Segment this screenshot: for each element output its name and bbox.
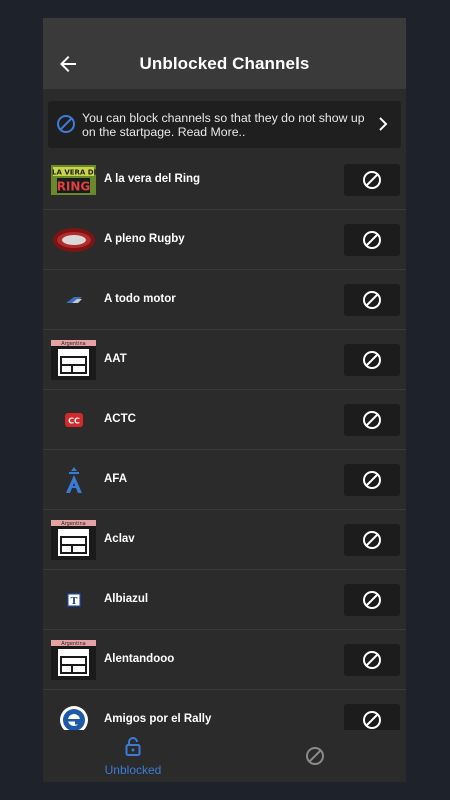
channel-row: A LA VERA DEL RING A la vera del Ring [43, 150, 406, 210]
block-info-banner[interactable]: You can block channels so that they do n… [48, 101, 401, 148]
block-icon [363, 471, 381, 489]
a-todo-motor-logo [51, 283, 96, 317]
block-icon [363, 411, 381, 429]
app-screen: Unblocked Channels You can block channel… [43, 18, 406, 782]
channel-row: Argentina Aclav [43, 510, 406, 570]
block-icon [363, 591, 381, 609]
block-channel-button[interactable] [344, 644, 400, 676]
channel-row: CC ACTC [43, 390, 406, 450]
svg-text:Argentina: Argentina [61, 641, 85, 647]
block-icon [363, 651, 381, 669]
nav-unblocked-label: Unblocked [104, 763, 162, 777]
channel-row: Argentina Alentandooo [43, 630, 406, 690]
block-channel-button[interactable] [344, 584, 400, 616]
block-icon [363, 171, 381, 189]
chevron-right-icon [375, 116, 391, 132]
block-channel-button[interactable] [344, 524, 400, 556]
channel-row: A pleno Rugby [43, 210, 406, 270]
banner-text: You can block channels so that they do n… [82, 111, 365, 139]
channel-row: AFA [43, 450, 406, 510]
block-icon [363, 711, 381, 729]
amigos-por-el-rally-logo [51, 703, 96, 730]
channel-name: AAT [104, 353, 127, 365]
block-channel-button[interactable] [344, 284, 400, 316]
page-title: Unblocked Channels [139, 54, 310, 73]
channel-name: A todo motor [104, 293, 176, 305]
block-channel-button[interactable] [344, 344, 400, 376]
block-icon [56, 114, 76, 134]
channel-name: ACTC [104, 413, 136, 425]
afa-logo [51, 463, 96, 497]
channel-row: A todo motor [43, 270, 406, 330]
block-channel-button[interactable] [344, 464, 400, 496]
block-channel-button[interactable] [344, 404, 400, 436]
svg-text:RING: RING [57, 180, 91, 194]
argentina-calendar-logo: Argentina [51, 520, 96, 560]
actc-logo: CC [51, 403, 96, 437]
a-la-vera-del-ring-logo: A LA VERA DEL RING [51, 163, 96, 197]
bottom-navigation: Unblocked [43, 730, 406, 782]
svg-text:Argentina: Argentina [61, 521, 85, 527]
app-bar: Unblocked Channels [43, 18, 406, 89]
block-icon [363, 231, 381, 249]
channel-name: A pleno Rugby [104, 233, 185, 245]
block-icon [363, 351, 381, 369]
svg-text:A LA VERA DEL: A LA VERA DEL [51, 169, 96, 177]
channel-row: Argentina AAT [43, 330, 406, 390]
channel-row: T Albiazul [43, 570, 406, 630]
block-channel-button[interactable] [344, 224, 400, 256]
unlock-icon [124, 737, 142, 760]
block-icon [363, 531, 381, 549]
channel-name: Aclav [104, 533, 135, 545]
argentina-calendar-logo: Argentina [51, 640, 96, 680]
nav-unblocked-tab[interactable]: Unblocked [73, 736, 193, 777]
argentina-calendar-logo: Argentina [51, 340, 96, 380]
channel-name: A la vera del Ring [104, 173, 201, 185]
svg-text:T: T [70, 597, 77, 607]
channel-row: Amigos por el Rally [43, 690, 406, 730]
albiazul-logo: T [51, 583, 96, 617]
block-icon [363, 291, 381, 309]
channel-name: Amigos por el Rally [104, 713, 212, 725]
svg-text:Argentina: Argentina [61, 341, 85, 347]
block-channel-button[interactable] [344, 164, 400, 196]
block-channel-button[interactable] [344, 704, 400, 730]
channel-list: A LA VERA DEL RING A la vera del Ring A … [43, 150, 406, 730]
block-icon [305, 747, 325, 770]
a-pleno-rugby-logo [51, 223, 96, 257]
channel-name: Alentandooo [104, 653, 175, 665]
svg-text:CC: CC [68, 417, 80, 426]
channel-name: AFA [104, 473, 127, 485]
nav-blocked-tab[interactable] [255, 736, 375, 771]
channel-name: Albiazul [104, 593, 149, 605]
